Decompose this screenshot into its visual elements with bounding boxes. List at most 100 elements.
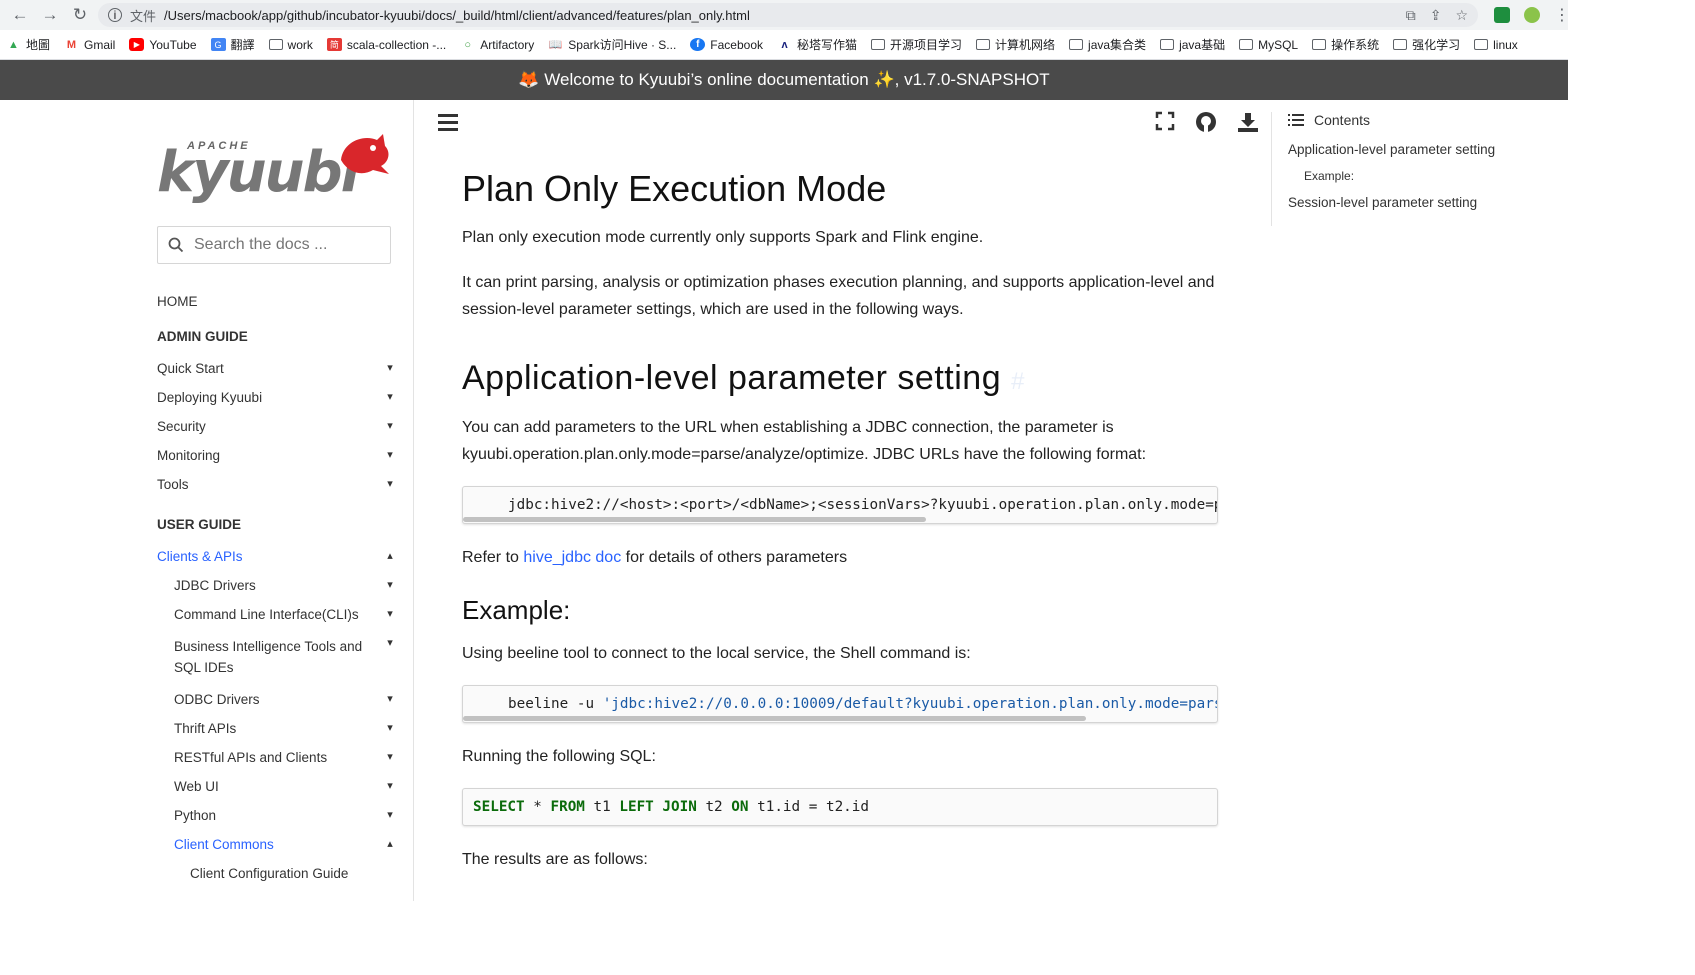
bookmark-item[interactable]: 📖 Spark访问Hive · S... (548, 36, 676, 53)
menu-kebab-icon[interactable]: ⋮ (1554, 5, 1570, 25)
horizontal-scrollbar[interactable] (463, 716, 1086, 721)
nav-item-security[interactable]: Security ▾ (157, 412, 397, 441)
chevron-up-icon[interactable]: ▴ (383, 549, 397, 562)
nav-item-jdbc-drivers[interactable]: JDBC Drivers ▾ (157, 571, 397, 600)
nav-item-client-config[interactable]: Client Configuration Guide (157, 859, 397, 888)
chevron-down-icon[interactable]: ▾ (383, 419, 397, 432)
download-icon[interactable] (1237, 111, 1259, 133)
nav-item-tools[interactable]: Tools ▾ (157, 470, 397, 499)
code-block-jdbc-url[interactable]: jdbc:hive2://<host>:<port>/<dbName>;<ses… (462, 486, 1218, 524)
bookmark-item[interactable]: 强化学习 (1393, 36, 1460, 53)
fullscreen-icon[interactable] (1155, 111, 1175, 131)
toc-item-session-level[interactable]: Session-level parameter setting (1288, 195, 1568, 210)
nav-item-deploying[interactable]: Deploying Kyuubi ▾ (157, 383, 397, 412)
extension-shield-icon[interactable] (1494, 7, 1510, 23)
address-bar[interactable]: i 文件 /Users/macbook/app/github/incubator… (98, 3, 1478, 27)
bookmark-item[interactable]: work (268, 38, 313, 52)
code-sql: SELECT * FROM t1 LEFT JOIN t2 ON t1.id =… (473, 799, 870, 815)
nav-item-monitoring[interactable]: Monitoring ▾ (157, 441, 397, 470)
search-icon (168, 237, 184, 253)
share-icon[interactable]: ⇪ (1430, 7, 1442, 24)
menu-toggle-icon[interactable] (438, 113, 458, 131)
heading-anchor-link[interactable]: # (1011, 368, 1025, 395)
bookmark-item[interactable]: 操作系统 (1312, 36, 1379, 53)
kyuubi-logo[interactable]: kyuubi APACHE (157, 130, 392, 208)
reload-icon[interactable]: ↻ (68, 3, 92, 27)
nav-home[interactable]: HOME (157, 294, 413, 309)
chevron-down-icon[interactable]: ▾ (383, 808, 397, 821)
nav-item-clients-apis[interactable]: Clients & APIs ▴ (157, 542, 397, 571)
book-icon: 📖 (548, 39, 563, 51)
bookmark-item[interactable]: M Gmail (64, 38, 115, 52)
github-icon[interactable] (1195, 111, 1217, 133)
bookmark-item[interactable]: MySQL (1239, 38, 1298, 52)
chevron-down-icon[interactable]: ▾ (383, 477, 397, 490)
extension-circle-icon[interactable] (1524, 7, 1540, 23)
bookmark-item[interactable]: ○ Artifactory (460, 38, 534, 52)
folder-icon (871, 39, 886, 50)
refer-paragraph: Refer to hive_jdbc doc for details of ot… (462, 549, 848, 566)
chevron-down-icon[interactable]: ▾ (383, 636, 397, 649)
nav-caption-user: USER GUIDE (157, 517, 242, 532)
chevron-down-icon[interactable]: ▾ (383, 448, 397, 461)
bookmark-item[interactable]: java集合类 (1069, 36, 1146, 53)
chevron-up-icon[interactable]: ▴ (383, 837, 397, 850)
folder-icon (268, 39, 283, 50)
chevron-down-icon[interactable]: ▾ (383, 779, 397, 792)
hive-jdbc-doc-link[interactable]: hive_jdbc doc (523, 549, 621, 566)
bookmark-star-icon[interactable]: ☆ (1455, 7, 1468, 24)
chevron-down-icon[interactable]: ▾ (383, 750, 397, 763)
forward-icon[interactable]: → (38, 3, 62, 27)
bookmark-item[interactable]: ▶ YouTube (129, 38, 197, 52)
bookmark-item[interactable]: java基础 (1160, 36, 1225, 53)
horizontal-scrollbar[interactable] (463, 517, 926, 522)
search-box[interactable] (157, 226, 391, 264)
folder-icon (1474, 39, 1489, 50)
chevron-down-icon[interactable]: ▾ (383, 361, 397, 374)
content-toolbar (438, 100, 1271, 144)
announcement-banner: 🦊 Welcome to Kyuubi’s online documentati… (0, 60, 1568, 100)
nav-item-web-ui[interactable]: Web UI ▾ (157, 772, 397, 801)
fox-logo-icon (341, 134, 389, 174)
bookmark-item[interactable]: ʌ 秘塔写作猫 (777, 36, 857, 53)
folder-icon (1239, 39, 1254, 50)
chevron-down-icon[interactable]: ▾ (383, 578, 397, 591)
bookmark-item[interactable]: f Facebook (690, 38, 763, 52)
page-title: Plan Only Execution Mode (462, 168, 887, 209)
bookmark-item[interactable]: ▲ 地圖 (6, 36, 50, 53)
bookmark-item[interactable]: 计算机网络 (976, 36, 1055, 53)
bookmark-item[interactable]: 简 scala-collection -... (326, 38, 446, 52)
example-heading: Example: (462, 595, 571, 625)
nav-item-cli[interactable]: Command Line Interface(CLI)s ▾ (157, 600, 397, 629)
nav-item-python[interactable]: Python ▾ (157, 801, 397, 830)
browser-toolbar: ← → ↻ i 文件 /Users/macbook/app/github/inc… (0, 0, 1570, 30)
chevron-down-icon[interactable]: ▾ (383, 692, 397, 705)
folder-icon (1069, 39, 1084, 50)
nav-item-odbc[interactable]: ODBC Drivers ▾ (157, 685, 397, 714)
code-block-beeline[interactable]: beeline -u 'jdbc:hive2://0.0.0.0:10009/d… (462, 685, 1218, 723)
bookmark-item[interactable]: G 翻譯 (210, 36, 255, 53)
bookmarks-bar: ▲ 地圖 M Gmail ▶ YouTube G 翻譯 work 简 scala-coll… (0, 30, 1568, 60)
bookmark-item[interactable]: linux (1474, 38, 1518, 52)
code-block-sql[interactable]: SELECT * FROM t1 LEFT JOIN t2 ON t1.id =… (462, 788, 1218, 826)
info-icon[interactable]: i (108, 8, 122, 22)
toc-item-example[interactable]: Example: (1288, 169, 1568, 183)
chevron-down-icon[interactable]: ▾ (383, 390, 397, 403)
chevron-down-icon[interactable]: ▾ (383, 607, 397, 620)
youtube-icon: ▶ (129, 38, 145, 51)
section-heading-app-level: Application-level parameter setting # (462, 359, 1025, 397)
back-icon[interactable]: ← (8, 3, 32, 27)
nav-item-restful[interactable]: RESTful APIs and Clients ▾ (157, 743, 397, 772)
nav-item-bi-tools[interactable]: Business Intelligence Tools and SQL IDEs… (157, 629, 397, 685)
search-input[interactable] (194, 236, 384, 254)
nav-item-client-commons[interactable]: Client Commons ▴ (157, 830, 397, 859)
nav-item-thrift[interactable]: Thrift APIs ▾ (157, 714, 397, 743)
bookmark-item[interactable]: 开源项目学习 (871, 36, 962, 53)
folder-icon (976, 39, 991, 50)
url-text[interactable]: /Users/macbook/app/github/incubator-kyuu… (164, 8, 1398, 23)
chevron-down-icon[interactable]: ▾ (383, 721, 397, 734)
url-scheme-label: 文件 (130, 8, 157, 24)
toc-item-app-level[interactable]: Application-level parameter setting (1288, 142, 1568, 157)
nav-item-quick-start[interactable]: Quick Start ▾ (157, 354, 397, 383)
translate-page-icon[interactable]: ⧉ (1406, 7, 1416, 24)
